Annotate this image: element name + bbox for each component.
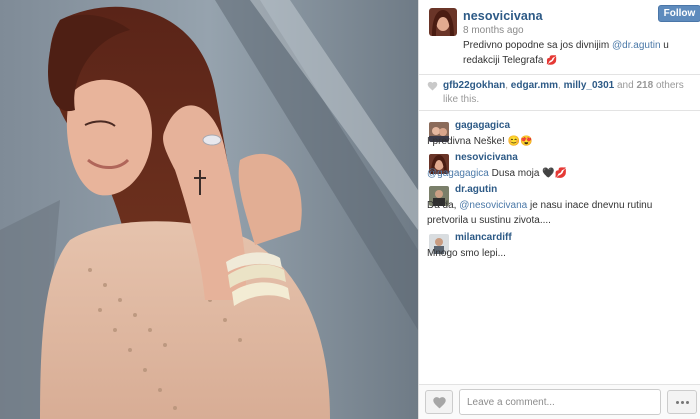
post-details-panel: nesovicivana Follow 8 months ago Predivn… [418, 0, 700, 419]
like-button[interactable] [425, 390, 453, 414]
liker-link[interactable]: edgar.mm [511, 80, 558, 91]
comment-text: I predivna Neške! 😊😍 [427, 136, 533, 147]
ellipsis-icon [676, 401, 679, 404]
liker-link[interactable]: milly_0301 [564, 80, 615, 91]
comment-footer [419, 384, 700, 419]
post-timestamp[interactable]: 8 months ago [463, 25, 524, 36]
comments-list: gagagagica I predivna Neške! 😊😍 nesovici… [419, 114, 700, 384]
comment-username[interactable]: gagagagica [455, 120, 510, 131]
photo-image [0, 0, 418, 419]
comment-username[interactable]: dr.agutin [455, 184, 497, 195]
kiss-emoji-icon: 💋 [546, 55, 558, 65]
owner-avatar[interactable] [429, 8, 457, 36]
likes-count[interactable]: 218 [636, 80, 653, 91]
comment-input[interactable] [459, 389, 661, 415]
comment-username[interactable]: milancardiff [455, 232, 512, 243]
ellipsis-icon [681, 401, 684, 404]
comment-body: Dusa moja 🖤💋 [491, 168, 568, 179]
heart-icon [427, 81, 438, 91]
owner-username[interactable]: nesovicivana [463, 9, 543, 23]
likes-separator: , [558, 80, 561, 91]
likes-summary: gfb22gokhan, edgar.mm, milly_0301 and 21… [427, 79, 695, 107]
comment-body-start: Da da, [427, 200, 457, 211]
header-divider [419, 74, 700, 75]
comment-item: nesovicivana @gagagagica Dusa moja 🖤💋 [419, 150, 700, 186]
comment-text: @gagagagica Dusa moja 🖤💋 [427, 166, 689, 181]
post-caption: Predivno popodne sa jos divnijim @dr.agu… [463, 38, 698, 68]
comment-text: Mnogo smo lepi... [427, 248, 506, 259]
comment-username[interactable]: nesovicivana [455, 152, 518, 163]
caption-mention-link[interactable]: @dr.agutin [612, 40, 661, 51]
caption-text: Predivno popodne sa jos divnijim [463, 40, 610, 51]
heart-icon [433, 397, 446, 409]
likes-and: and [617, 80, 634, 91]
comment-item: dr.agutin Da da, @nesovicivana je nasu i… [419, 182, 700, 234]
liker-link[interactable]: gfb22gokhan [443, 80, 505, 91]
ellipsis-icon [686, 401, 689, 404]
more-options-button[interactable] [667, 390, 697, 414]
comment-item: milancardiff Mnogo smo lepi... [419, 230, 700, 266]
post-photo[interactable] [0, 0, 418, 419]
comment-mention-link[interactable]: @nesovicivana [459, 200, 527, 211]
comment-mention-link[interactable]: @gagagagica [427, 168, 489, 179]
comment-item: gagagagica I predivna Neške! 😊😍 [419, 118, 700, 152]
post-header: nesovicivana Follow 8 months ago Predivn… [419, 0, 700, 74]
comment-text: Da da, @nesovicivana je nasu inace dnevn… [427, 198, 689, 228]
likes-separator: , [505, 80, 509, 91]
likes-divider [419, 110, 700, 111]
follow-button[interactable]: Follow [658, 5, 700, 22]
